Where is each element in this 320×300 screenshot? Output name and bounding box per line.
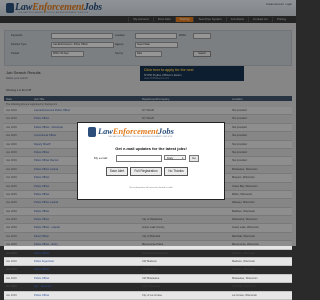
no-thanks-button[interactable]: No Thanks xyxy=(164,167,188,176)
table-row[interactable]: Jan 2019 Police Supervisor UW Madison Madis… xyxy=(4,258,292,267)
row-job-title-link[interactable]: Police Officer xyxy=(34,294,49,297)
go-button[interactable]: Go xyxy=(189,155,199,162)
table-row[interactable]: Jan 2019 Sgt. - Detective City of Kenosha K… xyxy=(4,283,292,292)
chevron-down-icon: ▼ xyxy=(181,157,184,160)
table-row[interactable]: Jan 2019 Police Officer City of La Crosse L… xyxy=(4,291,292,300)
save-alert-button[interactable]: Save Alert xyxy=(106,167,128,176)
email-input[interactable] xyxy=(116,155,162,162)
modal-logo: LawEnforcementJobs xyxy=(98,127,174,136)
row-job-title-link[interactable]: Police Officer xyxy=(34,268,49,271)
modal-tagline: THE NATION'S LEADING POLICE & LAW ENFORC… xyxy=(108,136,173,138)
row-date: Jan 2019 xyxy=(6,276,17,280)
modal-heading: Get e-mail updates for the latest jobs! xyxy=(115,146,187,151)
frequency-select[interactable]: Daily ▼ xyxy=(164,155,186,160)
row-job-title-link[interactable]: Police Officer xyxy=(34,277,49,280)
email-label: My e-mail: xyxy=(94,156,108,160)
table-row[interactable]: Jan 2019 Police Officer Wisconsin Departme… xyxy=(4,250,292,259)
badge-icon xyxy=(88,127,96,137)
row-job-title-link[interactable]: Police Supervisor xyxy=(34,260,54,263)
row-location: Madison, Wisconsin xyxy=(232,260,256,264)
row-job-title-link[interactable]: Police Officer xyxy=(34,252,49,255)
modal-privacy-note: Your information will never be shared or… xyxy=(129,187,173,189)
row-date: Jan 2019 xyxy=(6,285,17,289)
row-date: Jan 2019 xyxy=(6,268,17,272)
row-location: Madison, Wisconsin xyxy=(232,251,256,255)
row-department: UW Milwaukee xyxy=(142,276,160,280)
row-date: Jan 2019 xyxy=(6,251,17,255)
row-date: Jan 2019 xyxy=(6,260,17,264)
table-row[interactable]: Jan 2019 Police Officer UW Madison Madison,… xyxy=(4,266,292,275)
row-date: Jan 2019 xyxy=(6,293,17,297)
email-alert-modal: LawEnforcementJobs THE NATION'S LEADING … xyxy=(77,122,225,200)
frequency-value: Daily xyxy=(167,156,174,160)
row-department: Wisconsin Department xyxy=(142,251,169,255)
row-department: City of Kenosha xyxy=(142,285,161,289)
page: LawEnforcementJobs THE NATION'S LEADING … xyxy=(0,0,296,300)
full-registration-button[interactable]: Full Registration xyxy=(130,167,162,176)
row-department: City of La Crosse xyxy=(142,293,162,297)
row-department: UW Madison xyxy=(142,260,157,264)
row-department: UW Madison xyxy=(142,268,157,272)
row-location: Madison, Wisconsin xyxy=(232,268,256,272)
row-location: La Crosse, Wisconsin xyxy=(232,293,258,297)
table-row[interactable]: Jan 2019 Police Officer UW Milwaukee Milwau… xyxy=(4,274,292,284)
row-location: Milwaukee, Wisconsin xyxy=(232,276,258,280)
row-job-title-link[interactable]: Sgt. - Detective xyxy=(34,285,52,288)
row-location: Kenosha, Wisconsin xyxy=(232,285,256,289)
